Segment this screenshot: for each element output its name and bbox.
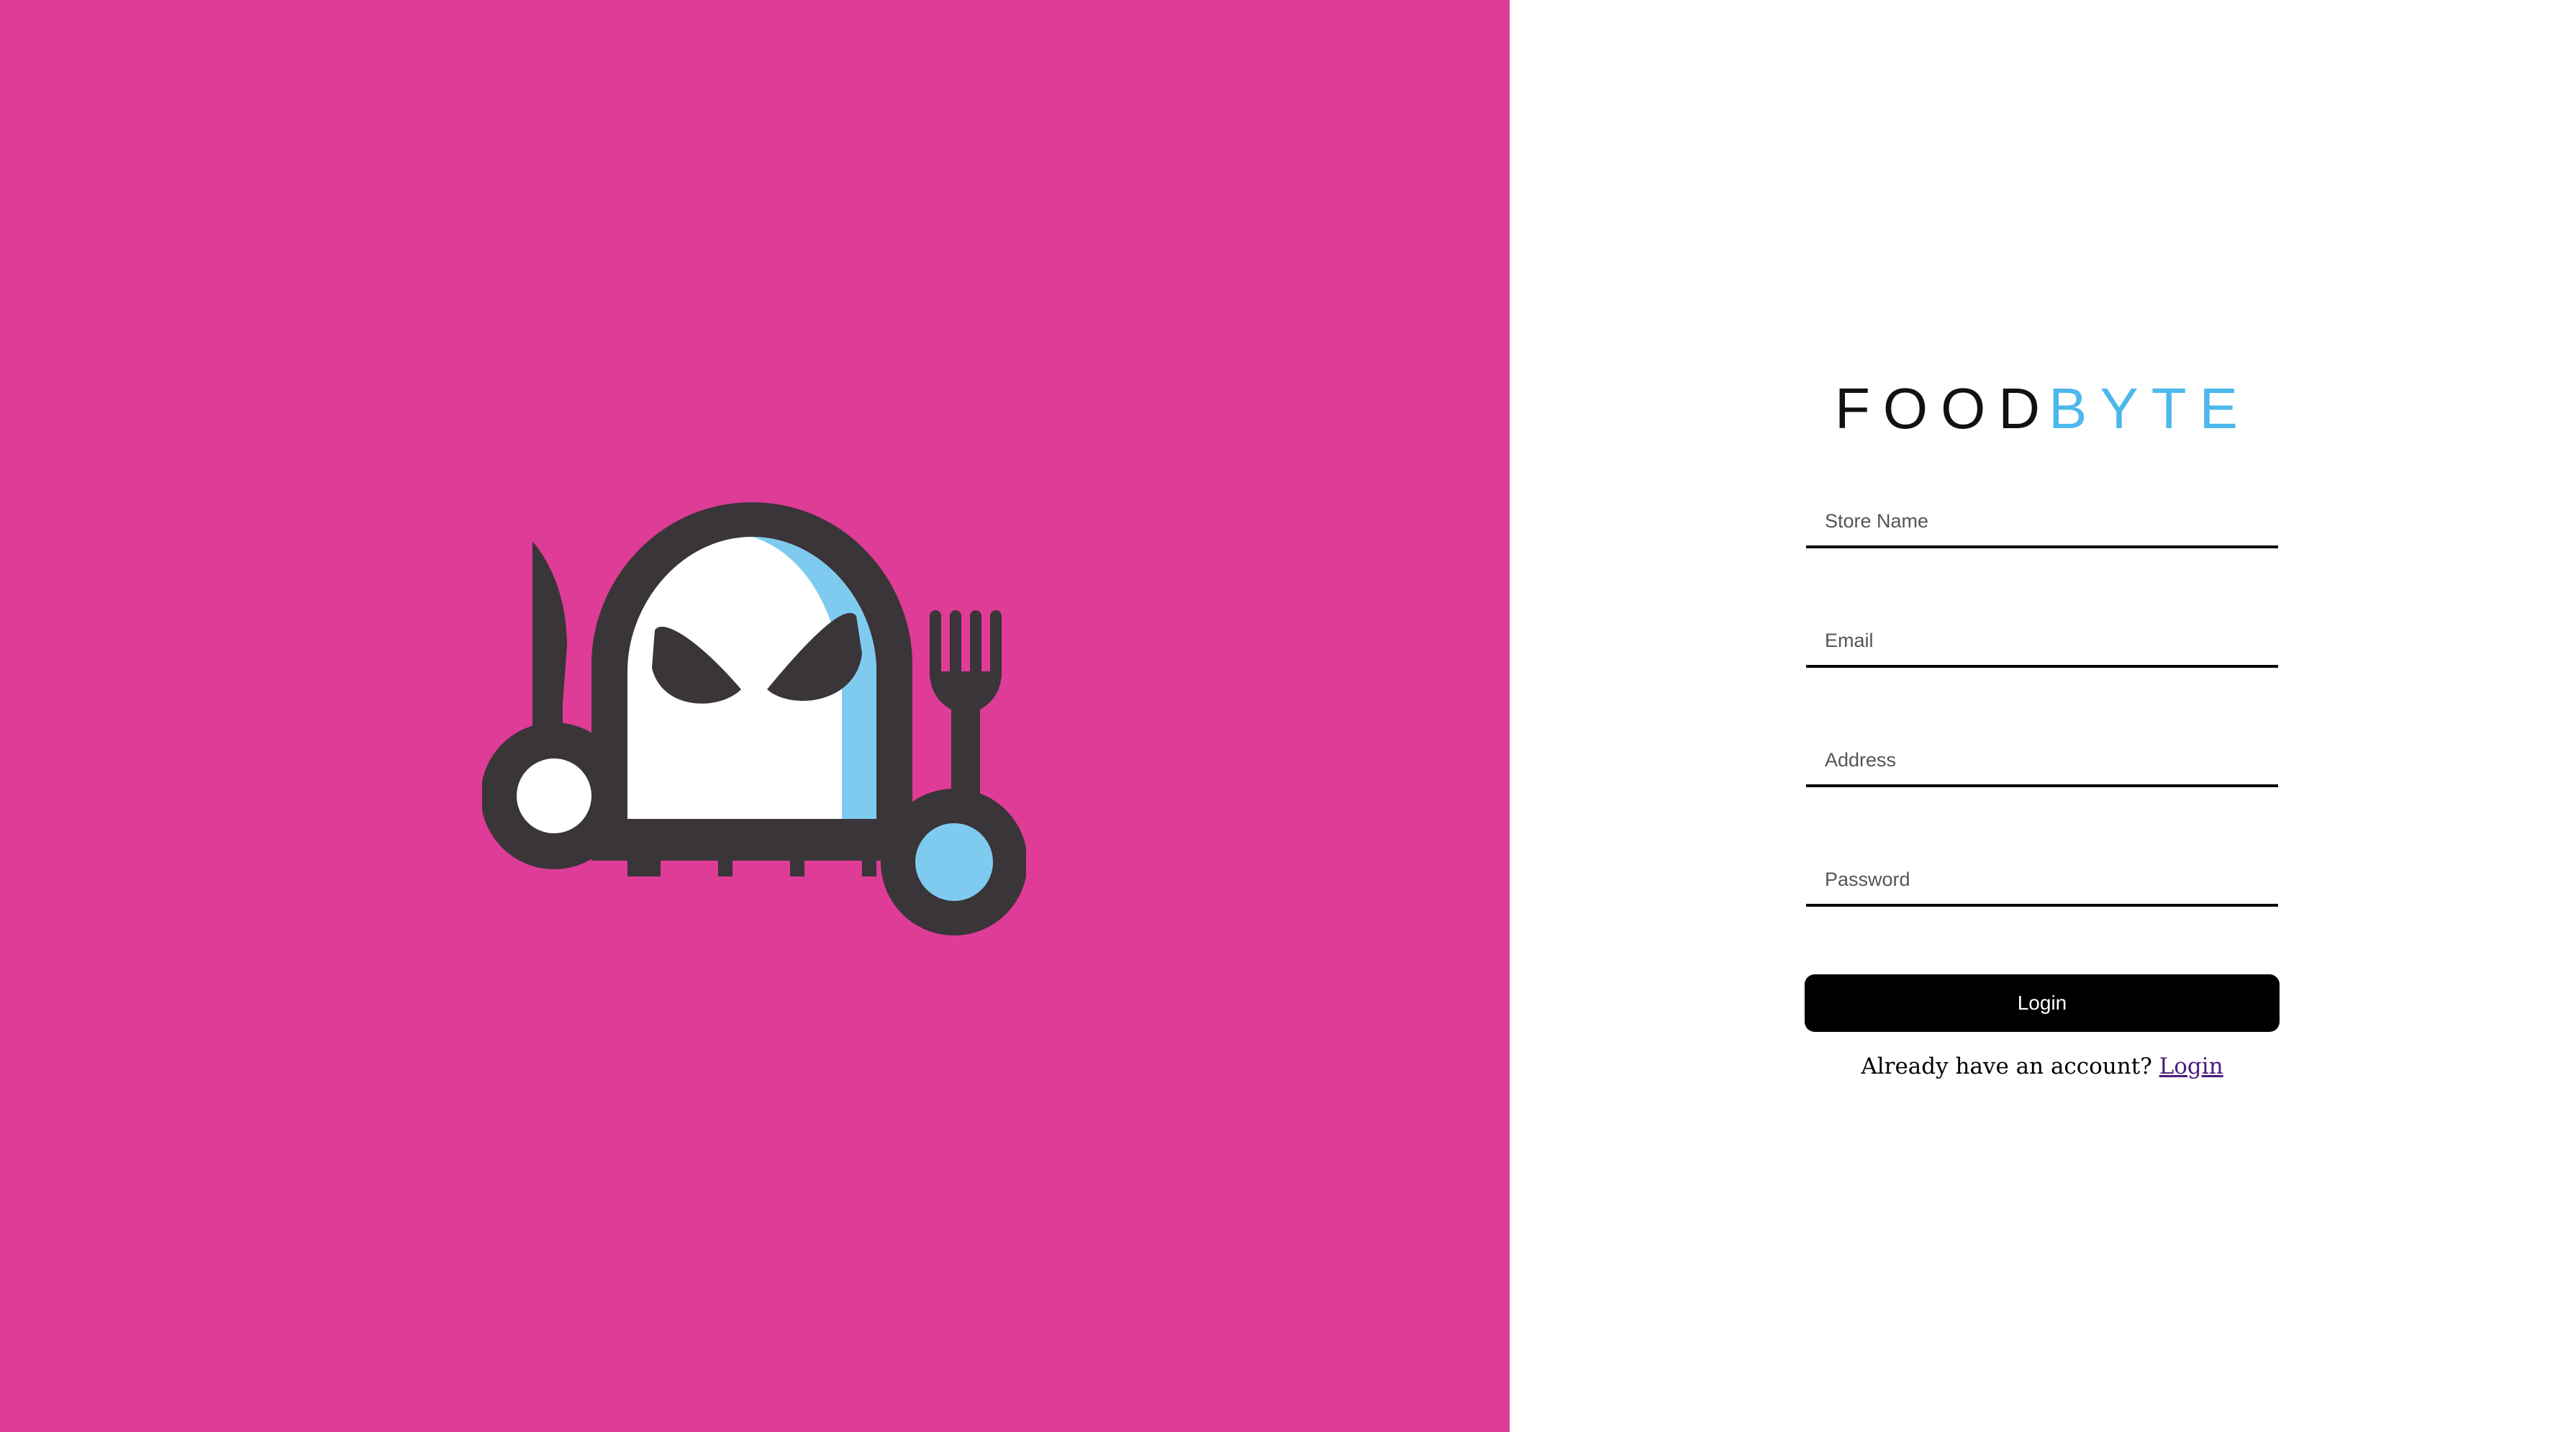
brand-part-food: FOOD [1834, 376, 2054, 440]
signup-page: FOODBYTE Login Already have an account? … [0, 0, 2576, 1432]
brand-wordmark: FOODBYTE [1510, 380, 2576, 438]
existing-account-text: Already have an account? [1861, 1053, 2152, 1079]
password-field-wrap [1806, 855, 2278, 907]
existing-account-prompt: Already have an account? Login [1806, 1053, 2278, 1079]
login-button[interactable]: Login [1805, 974, 2280, 1032]
form-panel: FOODBYTE Login Already have an account? … [1510, 0, 2576, 1432]
address-field-wrap [1806, 735, 2278, 787]
ghost-fork-knife-logo-icon [482, 502, 1026, 937]
address-input[interactable] [1806, 735, 2278, 787]
signup-form: Login Already have an account? Login [1805, 497, 2280, 1079]
password-input[interactable] [1806, 855, 2278, 907]
store-name-input[interactable] [1806, 497, 2278, 548]
email-input[interactable] [1806, 616, 2278, 668]
store-name-field-wrap [1806, 497, 2278, 548]
brand-panel [0, 0, 1510, 1432]
email-field-wrap [1806, 616, 2278, 668]
brand-part-byte: BYTE [2049, 376, 2251, 440]
login-link[interactable]: Login [2159, 1053, 2223, 1079]
